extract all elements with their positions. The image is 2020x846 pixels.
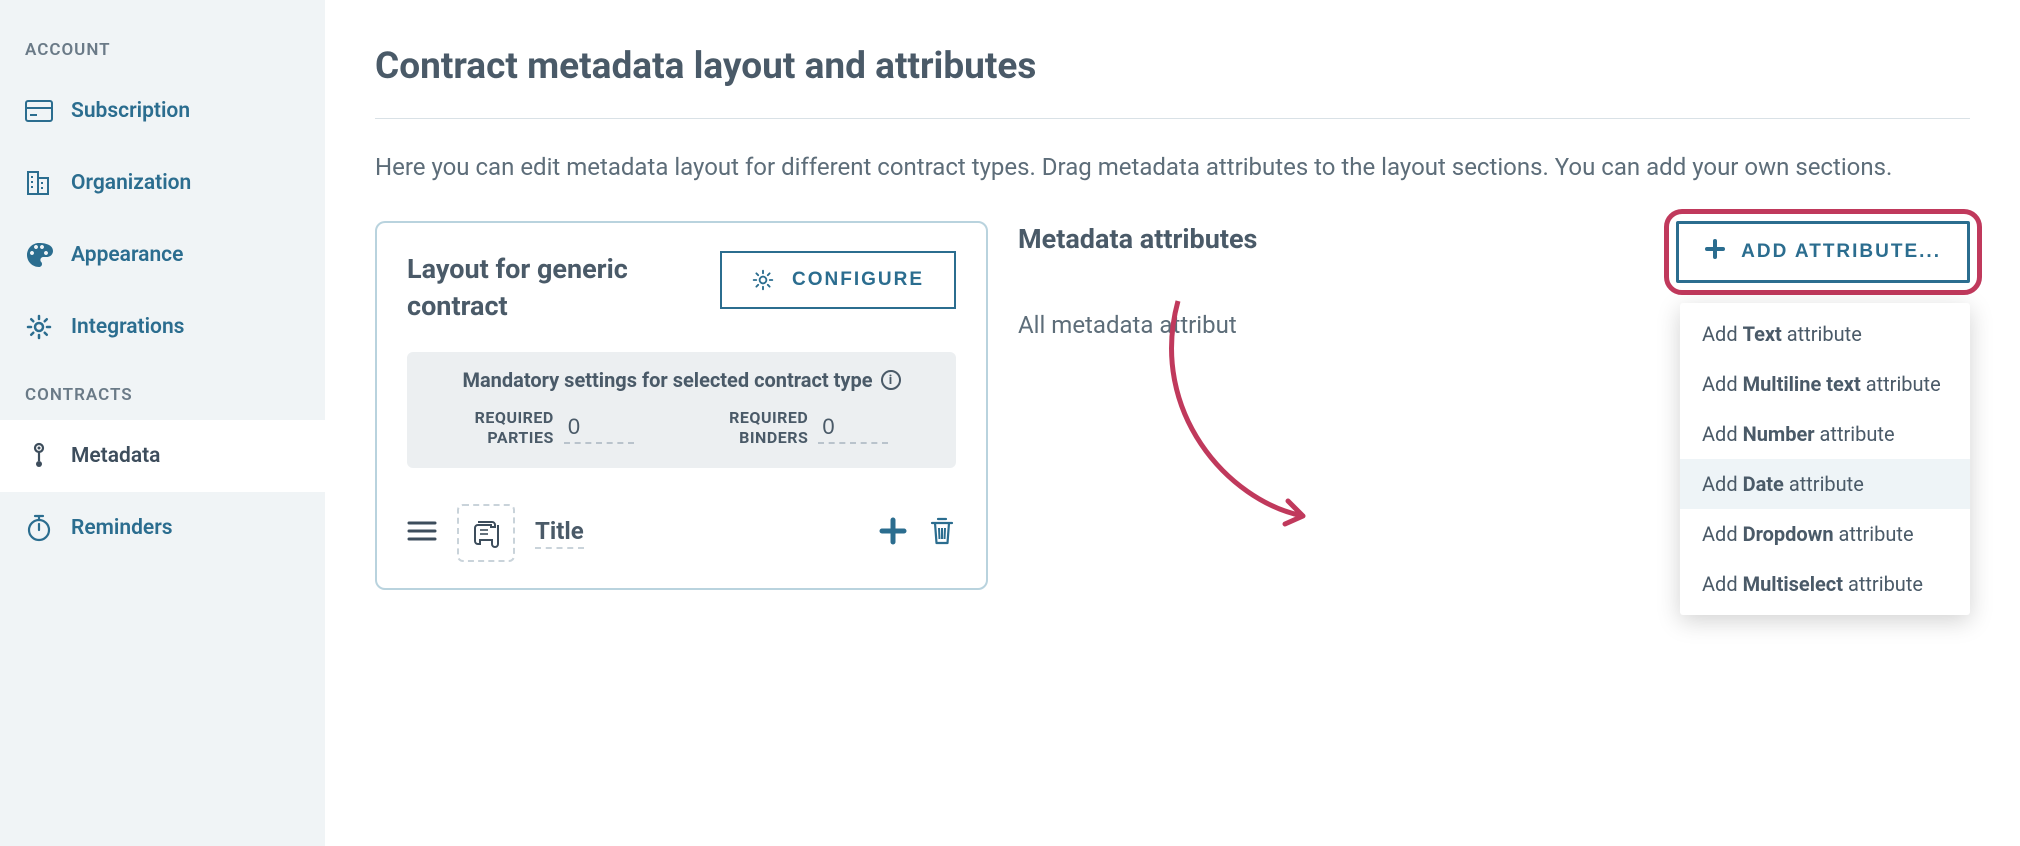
credit-card-icon [25, 97, 53, 125]
sidebar: ACCOUNT Subscription Organization Appear… [0, 0, 325, 846]
sidebar-section-account: ACCOUNT [0, 40, 325, 75]
add-attribute-dropdown: Add Text attribute Add Multiline text at… [1680, 303, 1970, 615]
add-button[interactable] [878, 516, 908, 550]
scroll-icon [457, 504, 515, 562]
palette-icon [25, 241, 53, 269]
layout-panel: Layout for generic contract CONFIGURE Ma… [375, 221, 988, 590]
required-binders-input[interactable] [818, 412, 888, 444]
sidebar-item-integrations[interactable]: Integrations [0, 291, 325, 363]
building-icon [25, 169, 53, 197]
mandatory-settings-box: Mandatory settings for selected contract… [407, 352, 956, 468]
required-parties-input[interactable] [564, 412, 634, 444]
configure-label: CONFIGURE [792, 269, 924, 291]
attributes-column: Metadata attributes ADD ATTRIBUTE... All… [1018, 221, 1970, 339]
sidebar-section-contracts: CONTRACTS [0, 385, 325, 420]
dropdown-item-multiline[interactable]: Add Multiline text attribute [1680, 359, 1970, 409]
sidebar-item-label: Reminders [71, 516, 173, 540]
gear-icon [752, 269, 774, 291]
add-attribute-button[interactable]: ADD ATTRIBUTE... [1676, 221, 1970, 283]
attributes-title: Metadata attributes [1018, 221, 1257, 257]
info-icon[interactable]: i [881, 370, 901, 390]
sidebar-item-metadata[interactable]: Metadata [0, 420, 325, 492]
sidebar-item-label: Metadata [71, 444, 160, 468]
dropdown-item-dropdown[interactable]: Add Dropdown attribute [1680, 509, 1970, 559]
plus-icon [1705, 239, 1725, 265]
layout-panel-title: Layout for generic contract [407, 251, 700, 324]
sidebar-item-label: Subscription [71, 99, 190, 123]
sidebar-item-label: Organization [71, 171, 191, 195]
attribute-row[interactable]: Title [407, 498, 956, 568]
sidebar-item-appearance[interactable]: Appearance [0, 219, 325, 291]
page-title: Contract metadata layout and attributes [375, 45, 1970, 88]
sidebar-item-organization[interactable]: Organization [0, 147, 325, 219]
divider [375, 118, 1970, 119]
drag-handle-icon[interactable] [407, 519, 437, 547]
required-binders-label: REQUIREDBINDERS [729, 408, 808, 448]
dropdown-item-number[interactable]: Add Number attribute [1680, 409, 1970, 459]
dropdown-item-date[interactable]: Add Date attribute [1680, 459, 1970, 509]
sidebar-item-subscription[interactable]: Subscription [0, 75, 325, 147]
mandatory-title: Mandatory settings for selected contract… [427, 368, 936, 392]
sidebar-item-reminders[interactable]: Reminders [0, 492, 325, 564]
main-content: Contract metadata layout and attributes … [325, 0, 2020, 846]
attribute-label[interactable]: Title [535, 517, 584, 549]
dropdown-item-multiselect[interactable]: Add Multiselect attribute [1680, 559, 1970, 609]
trash-icon[interactable] [928, 515, 956, 551]
sidebar-item-label: Integrations [71, 315, 184, 339]
required-parties-label: REQUIREDPARTIES [475, 408, 554, 448]
configure-button[interactable]: CONFIGURE [720, 251, 956, 309]
mandatory-title-text: Mandatory settings for selected contract… [462, 368, 872, 392]
metadata-icon [25, 442, 53, 470]
stopwatch-icon [25, 514, 53, 542]
gear-icon [25, 313, 53, 341]
dropdown-item-text[interactable]: Add Text attribute [1680, 309, 1970, 359]
page-description: Here you can edit metadata layout for di… [375, 149, 1970, 186]
sidebar-item-label: Appearance [71, 243, 183, 267]
add-attribute-label: ADD ATTRIBUTE... [1741, 241, 1941, 263]
